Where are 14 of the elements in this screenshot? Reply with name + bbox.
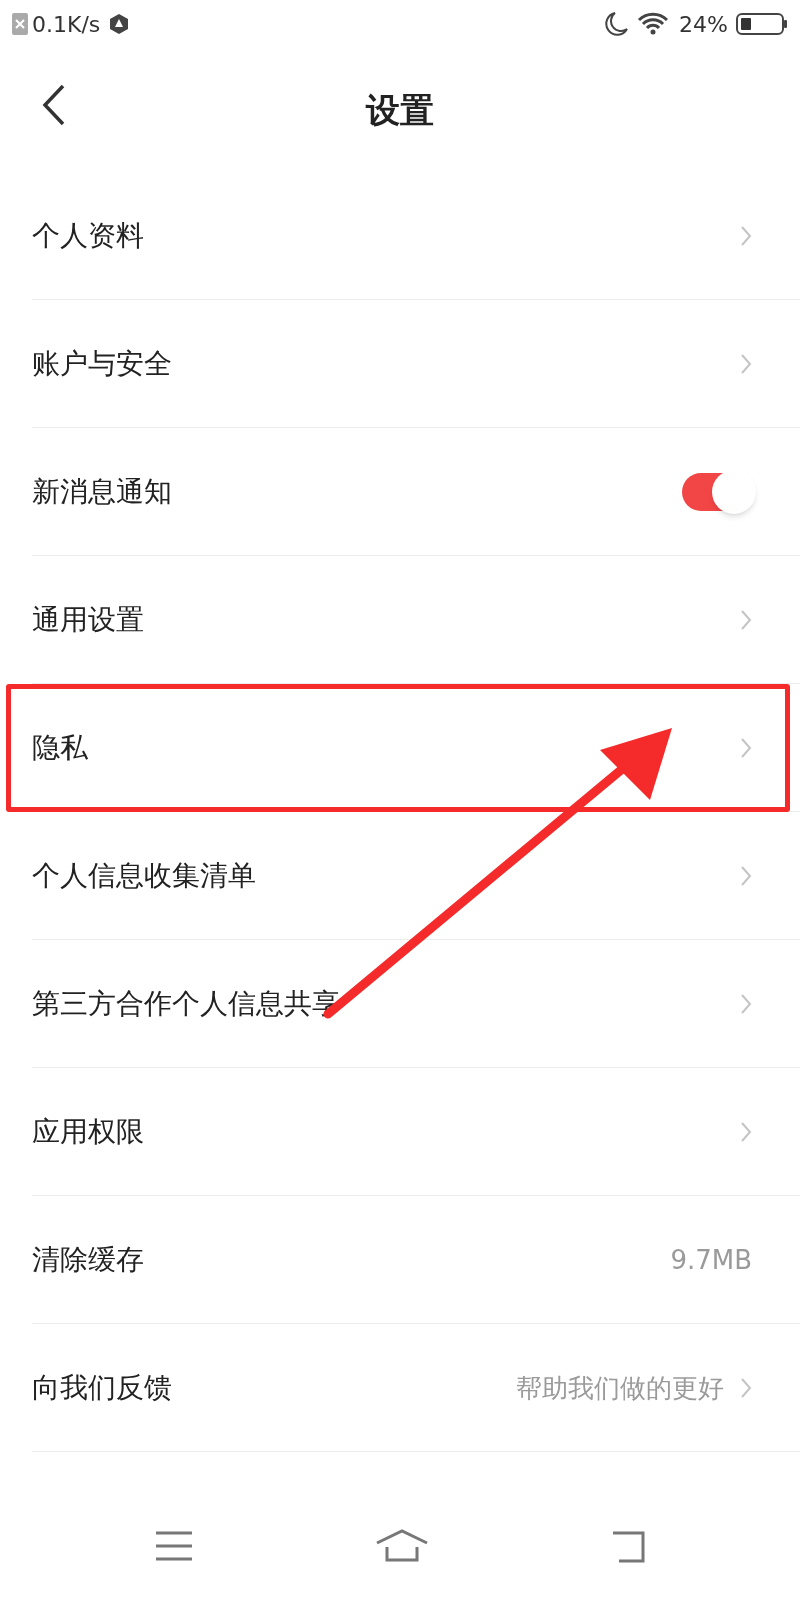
row-label: 新消息通知	[32, 474, 172, 510]
row-label: 个人资料	[32, 218, 144, 254]
row-value: 9.7MB	[670, 1243, 752, 1277]
row-label: 清除缓存	[32, 1242, 144, 1278]
row-label: 个人信息收集清单	[32, 858, 256, 894]
row-label: 隐私	[32, 730, 88, 766]
network-speed: 0.1K/s	[32, 10, 101, 39]
row-label: 账户与安全	[32, 346, 172, 382]
battery-percent: 24%	[679, 10, 728, 39]
row-value: 帮助我们做的更好	[516, 1371, 724, 1405]
row-label: 应用权限	[32, 1114, 144, 1150]
row-label: 通用设置	[32, 602, 144, 638]
row-label: 向我们反馈	[32, 1370, 172, 1406]
page-title: 设置	[366, 88, 434, 132]
